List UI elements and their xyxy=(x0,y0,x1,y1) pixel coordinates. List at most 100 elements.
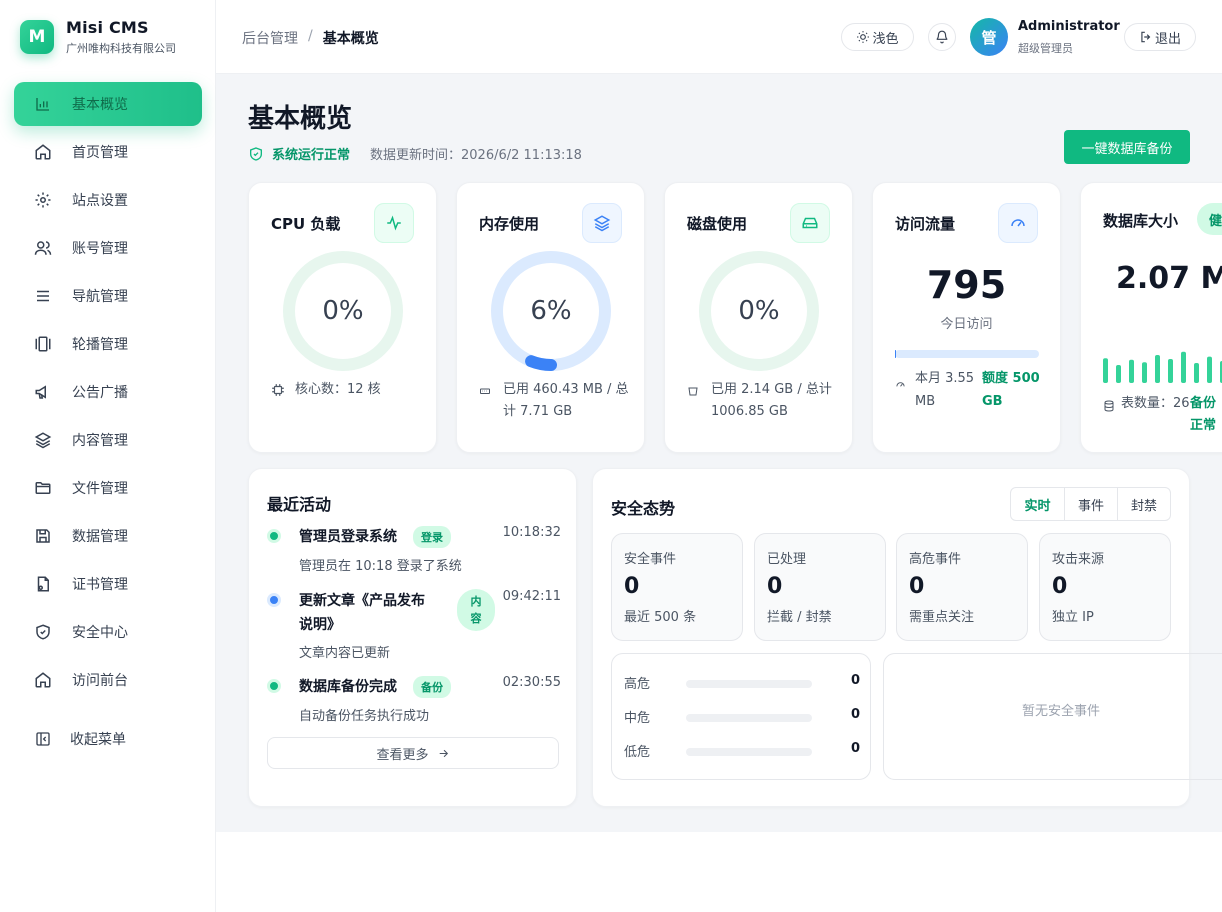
risk-level-count: 0 xyxy=(850,741,860,756)
user-name: Administrator xyxy=(1018,19,1120,34)
drive-icon xyxy=(687,379,701,423)
sidebar-item-navigation[interactable]: 导航管理 xyxy=(14,274,202,318)
theme-toggle-button[interactable]: 浅色 xyxy=(841,23,914,51)
sidebar-item-announcement[interactable]: 公告广播 xyxy=(14,370,202,414)
risk-level-label: 中危 xyxy=(624,711,651,726)
sparkline-bar xyxy=(1129,359,1134,383)
activity-title: 最近活动 xyxy=(267,495,332,514)
sparkline-bar xyxy=(1181,351,1186,383)
activity-item-title-cont: 说明》 xyxy=(299,617,341,633)
risk-level-low: 低危 0 xyxy=(624,741,860,761)
status-line: 系统运行正常 数据更新时间：2026/6/2 11:13:18 xyxy=(248,144,582,163)
memory-card: 内存使用 6% 已用 460.43 MB / 总计 7.71 GB xyxy=(456,182,645,453)
menu-icon xyxy=(34,287,52,305)
logout-icon xyxy=(1139,30,1153,44)
sidebar-item-carousel[interactable]: 轮播管理 xyxy=(14,322,202,366)
activity-time: 10:18:32 xyxy=(502,525,561,540)
sidebar-item-label: 公告广播 xyxy=(72,385,128,401)
sidebar-item-label: 基本概览 xyxy=(72,97,128,113)
list-item[interactable]: 更新文章《产品发布 说明》 内 容 09:42:11 文章内容已更新 xyxy=(267,589,561,661)
activity-dot xyxy=(267,593,281,607)
sidebar-item-frontend[interactable]: 访问前台 xyxy=(14,658,202,702)
theme-label: 浅色 xyxy=(872,31,899,47)
security-card: 安全态势 实时 事件 封禁 安全事件 0 最近 500 条 已处理 0 拦截 /… xyxy=(592,468,1222,807)
sidebar-item-label: 文件管理 xyxy=(72,481,128,497)
stat-label: 高危事件 xyxy=(909,552,962,567)
sparkline-bar xyxy=(1194,363,1199,383)
risk-level-bar xyxy=(686,748,812,756)
sidebar-item-label: 轮播管理 xyxy=(72,337,128,353)
stat-label: 攻击来源 xyxy=(1052,552,1105,567)
stat-value: 0 xyxy=(909,574,925,599)
breadcrumb-separator: / xyxy=(308,28,313,44)
cpu-card: CPU 负载 0% 核心数：12 核 xyxy=(248,182,437,453)
attack-source-stat: 攻击来源 0 独立 IP xyxy=(1039,533,1171,641)
sidebar-item-certificates[interactable]: 证书管理 xyxy=(14,562,202,606)
today-visits-caption: 今日访问 xyxy=(940,317,993,332)
sidebar-item-site-settings[interactable]: 站点设置 xyxy=(14,178,202,222)
view-more-label: 查看更多 xyxy=(376,747,429,763)
arrow-right-icon xyxy=(437,747,450,760)
sidebar-item-label: 数据管理 xyxy=(72,529,128,545)
disk-footer: 已用 2.14 GB / 总计 1006.85 GB xyxy=(687,379,837,423)
activity-badge-line: 容 xyxy=(470,612,482,625)
brand-logo: M xyxy=(20,20,54,54)
hard-drive-icon xyxy=(790,203,830,243)
tab-bans[interactable]: 封禁 xyxy=(1117,488,1170,520)
tab-events[interactable]: 事件 xyxy=(1064,488,1117,520)
sidebar-item-files[interactable]: 文件管理 xyxy=(14,466,202,510)
activity-dot xyxy=(267,529,281,543)
certificate-icon xyxy=(34,575,52,593)
traffic-title: 访问流量 xyxy=(895,215,956,233)
security-events-stat: 安全事件 0 最近 500 条 xyxy=(611,533,743,641)
sparkline-bar xyxy=(1207,356,1212,383)
list-item[interactable]: 管理员登录系统 登录 10:18:32 管理员在 10:18 登录了系统 xyxy=(267,525,561,575)
sidebar-item-label: 证书管理 xyxy=(72,577,128,593)
stat-value: 0 xyxy=(624,574,640,599)
sidebar-item-label: 安全中心 xyxy=(72,625,128,641)
avatar[interactable]: 管 xyxy=(970,18,1008,56)
database-health-badge: 健 xyxy=(1197,203,1222,235)
activity-badge: 内 容 xyxy=(457,589,495,631)
handled-stat: 已处理 0 拦截 / 封禁 xyxy=(754,533,886,641)
notification-button[interactable] xyxy=(928,23,956,51)
backup-status: 备份正常 xyxy=(1190,396,1217,433)
sidebar-item-overview[interactable]: 基本概览 xyxy=(14,82,202,126)
stat-sub: 最近 500 条 xyxy=(624,610,697,625)
update-time: 数据更新时间：2026/6/2 11:13:18 xyxy=(370,148,582,163)
gauge-small-icon xyxy=(895,375,906,398)
sidebar-item-home[interactable]: 首页管理 xyxy=(14,130,202,174)
collapse-menu-button[interactable]: 收起菜单 xyxy=(34,729,126,749)
collapse-menu-label: 收起菜单 xyxy=(70,732,126,748)
bar-chart-icon xyxy=(34,95,52,113)
risk-level-label: 高危 xyxy=(624,677,651,692)
database-sparkline xyxy=(1103,351,1222,383)
sidebar-item-accounts[interactable]: 账号管理 xyxy=(14,226,202,270)
breadcrumb-root[interactable]: 后台管理 xyxy=(242,28,298,48)
memory-percent: 6% xyxy=(530,296,572,326)
activity-desc: 自动备份任务执行成功 xyxy=(299,709,430,724)
list-item[interactable]: 数据库备份完成 备份 02:30:55 自动备份任务执行成功 xyxy=(267,675,561,725)
sparkline-bar xyxy=(1168,359,1173,383)
cpu-percent: 0% xyxy=(322,296,364,326)
risk-level-medium: 中危 0 xyxy=(624,707,860,727)
memory-footer: 已用 460.43 MB / 总计 7.71 GB xyxy=(479,379,629,423)
logout-button[interactable]: 退出 xyxy=(1124,23,1196,51)
database-size: 2.07 MI xyxy=(1116,261,1222,296)
activity-time: 09:42:11 xyxy=(502,589,561,604)
tab-realtime[interactable]: 实时 xyxy=(1011,488,1064,520)
security-title: 安全态势 xyxy=(611,499,676,518)
sidebar-item-security[interactable]: 安全中心 xyxy=(14,610,202,654)
stat-sub: 需重点关注 xyxy=(909,610,975,625)
main-content: 基本概览 系统运行正常 数据更新时间：2026/6/2 11:13:18 一键数… xyxy=(216,74,1222,832)
sidebar-item-data[interactable]: 数据管理 xyxy=(14,514,202,558)
database-backup-button[interactable]: 一键数据库备份 xyxy=(1064,130,1190,164)
risk-level-bar xyxy=(686,680,812,688)
sidebar-nav: 基本概览 首页管理 站点设置 账号管理 导航管理 轮播管理 公告广播 内容管理 xyxy=(14,82,202,706)
sidebar-item-content[interactable]: 内容管理 xyxy=(14,418,202,462)
folder-icon xyxy=(34,479,52,497)
cpu-cores: 核心数：12 核 xyxy=(295,382,381,397)
activity-desc: 文章内容已更新 xyxy=(299,646,391,661)
brand[interactable]: M Misi CMS 广州唯构科技有限公司 xyxy=(20,18,176,56)
view-more-button[interactable]: 查看更多 xyxy=(267,737,559,769)
